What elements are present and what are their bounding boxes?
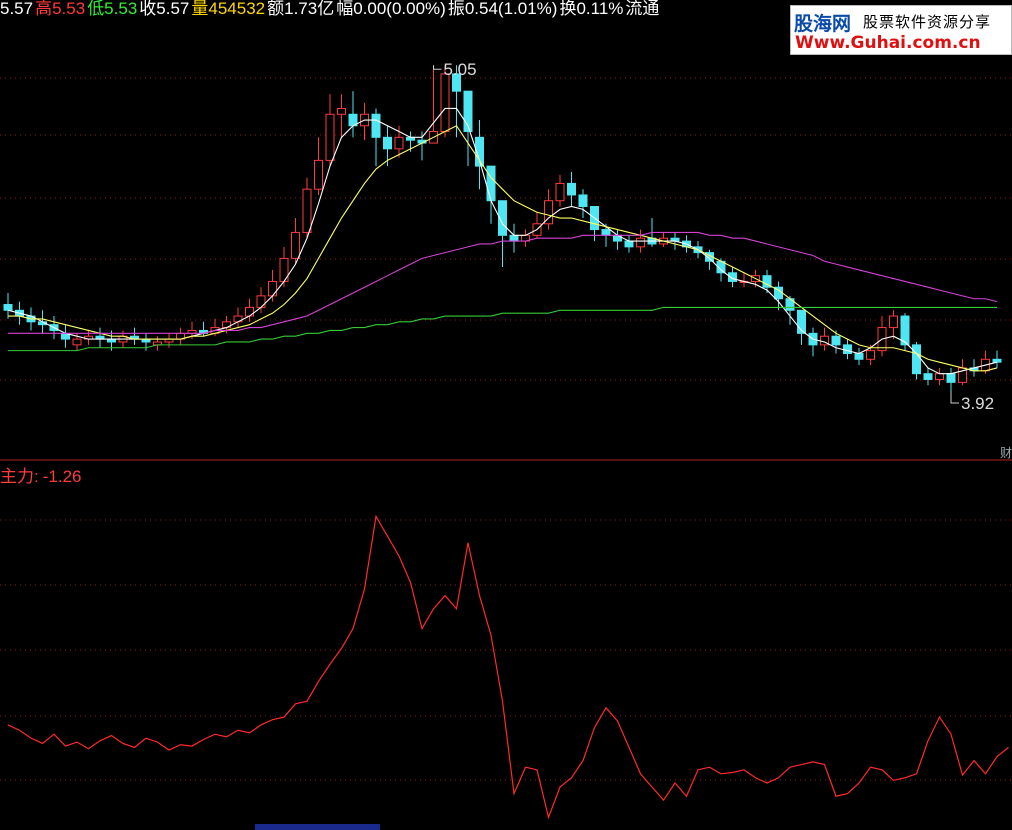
candle-body-86 (992, 358, 1002, 363)
candle-body-54 (624, 240, 634, 248)
annotation-leader-low (950, 390, 959, 404)
candle-body-49 (567, 182, 576, 196)
candle-body-22 (256, 295, 266, 308)
guhai-logo: 股海网 股票软件资源分享 Www.Guhai.com.cn (790, 5, 1012, 55)
candle-body-77 (889, 315, 898, 329)
logo-brand: 股海网 (794, 13, 852, 35)
candle-body-33 (383, 136, 392, 150)
candle-body-38 (440, 73, 450, 133)
candle-body-80 (923, 373, 933, 380)
candle-body-26 (302, 188, 312, 233)
annotation-leader-high (433, 65, 442, 70)
quote-field-3: 收5.57 (139, 0, 190, 18)
candle-body-55 (636, 237, 645, 248)
candle-body-72 (831, 335, 841, 346)
quote-field-5: 额1.73亿 (267, 0, 335, 18)
candle-body-23 (268, 280, 277, 297)
candle-body-21 (245, 306, 254, 317)
chart-canvas[interactable]: 5.05 3.92 (0, 0, 1012, 830)
indicator-value: -1.26 (42, 467, 82, 486)
candle-body-29 (337, 107, 346, 115)
candle-body-42 (486, 165, 496, 202)
candle-body-0 (3, 304, 13, 311)
quote-info-bar: 5.57 高5.53 低5.53 收5.57 量454532 额1.73亿 幅0.00(0.… (0, 0, 661, 19)
candle-body-73 (843, 344, 852, 355)
candle-body-81 (935, 373, 944, 380)
quote-field-8: 换0.11% (559, 0, 624, 18)
date-cursor-tag (255, 824, 380, 830)
logo-slogan: 股票软件资源分享 (863, 13, 992, 31)
candle-body-27 (314, 159, 323, 190)
quote-field-1: 高5.53 (35, 0, 86, 18)
candle-body-44 (509, 234, 519, 242)
annotation-high: 5.05 (444, 60, 477, 79)
candle-body-28 (325, 113, 335, 161)
indicator-label: 主力: -1.26 (0, 462, 85, 487)
candle-body-82 (946, 373, 956, 383)
candle-body-50 (578, 194, 588, 207)
quote-field-7: 振0.54(1.01%) (447, 0, 558, 18)
candle-body-75 (866, 350, 875, 360)
candle-body-74 (854, 353, 864, 360)
indicator-name: 主力: (0, 467, 39, 486)
quote-field-0: 5.57 (0, 0, 34, 18)
quote-field-2: 低5.53 (87, 0, 138, 18)
candle-body-79 (912, 344, 921, 375)
candle-body-48 (555, 182, 565, 202)
quote-field-9: 流通 (625, 0, 660, 18)
quote-field-6: 幅0.00(0.00%) (336, 0, 446, 18)
candle-body-32 (371, 113, 381, 138)
quote-field-4: 量454532 (191, 0, 266, 18)
annotation-low: 3.92 (961, 394, 994, 413)
candle-body-6 (72, 338, 82, 346)
logo-url: Www.Guhai.com.cn (795, 33, 981, 53)
candle-body-34 (394, 136, 404, 150)
candle-body-52 (601, 229, 611, 236)
candle-body-25 (291, 231, 300, 259)
side-tag[interactable]: 财 (1000, 444, 1012, 461)
indicator-line-zhuli (7, 514, 1009, 820)
kline-terminal: 5.05 3.92 5.57 高5.53 低5.53 收5.57 量454532 额1.73… (0, 0, 1012, 830)
